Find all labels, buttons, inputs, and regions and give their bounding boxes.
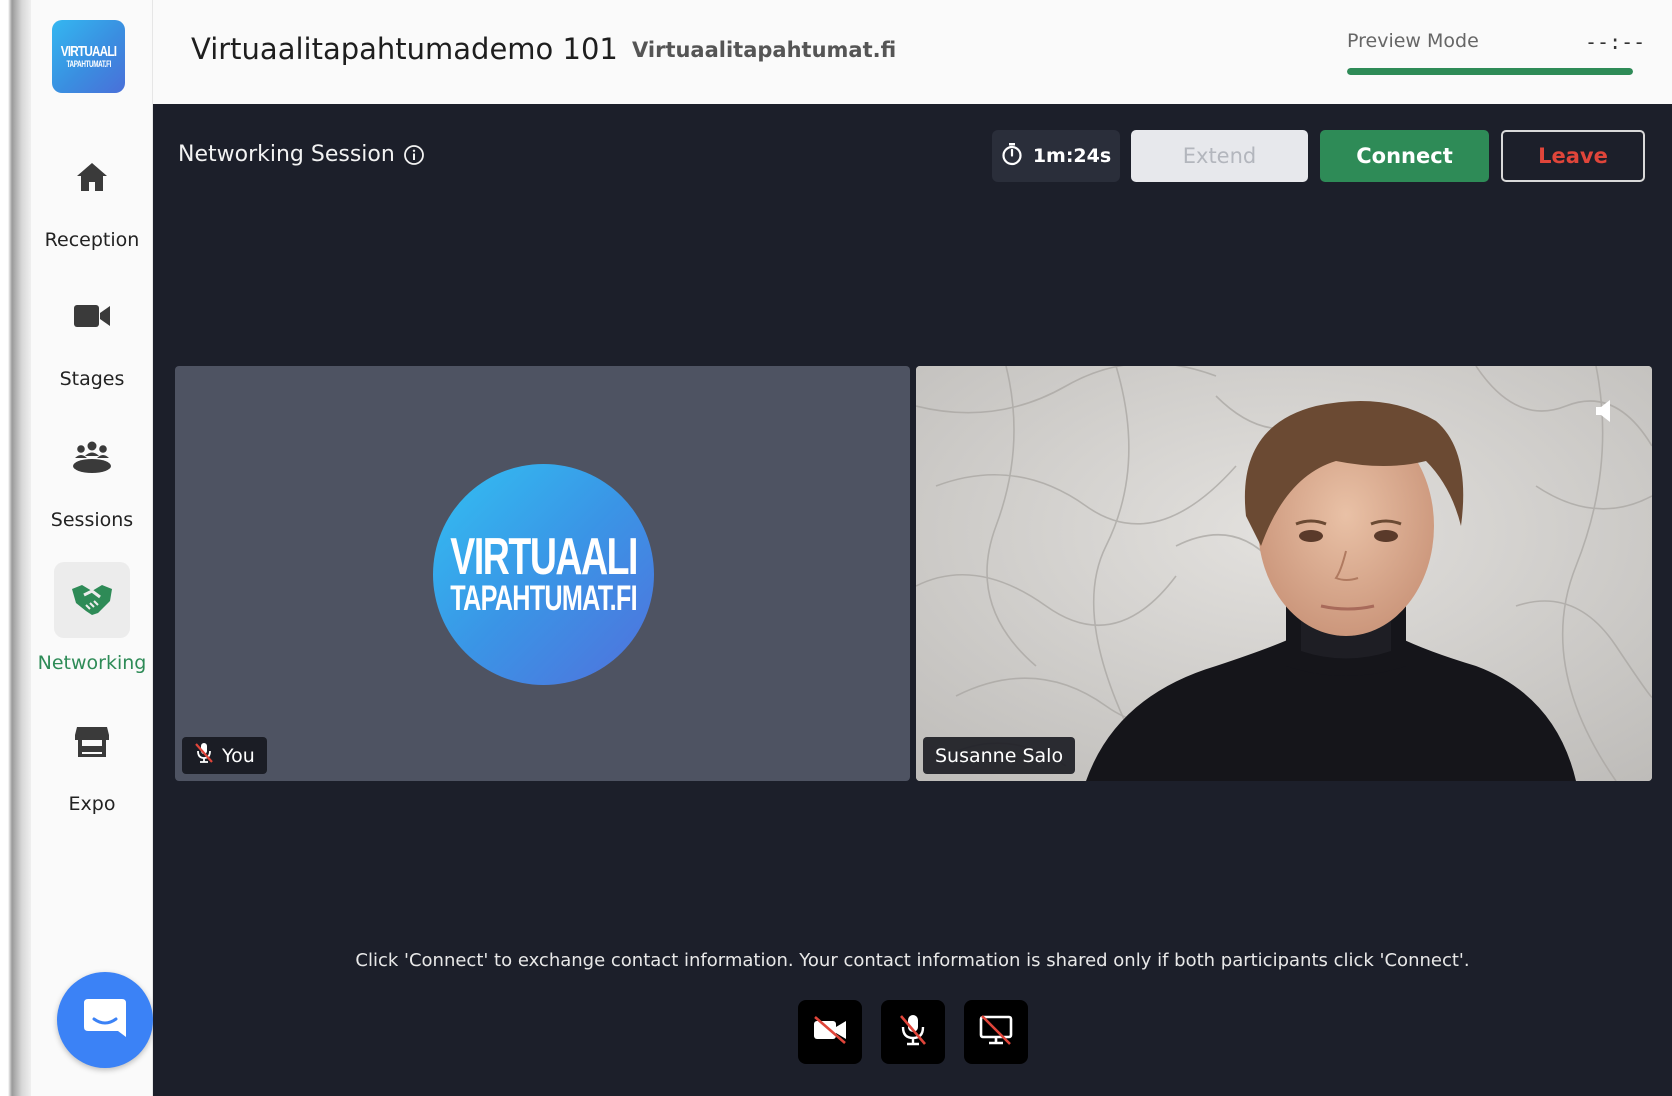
info-icon[interactable] [403, 144, 425, 166]
handshake-icon [54, 562, 130, 638]
screen-share-off-icon [978, 1014, 1014, 1050]
preview-mode-label: Preview Mode [1347, 30, 1479, 52]
window-shadow [0, 0, 32, 1096]
networking-stage: Networking Session 1m:24s Extend Connect… [153, 104, 1672, 1096]
chat-icon [82, 995, 128, 1045]
participant-name-tag: You [182, 737, 267, 774]
sidebar-item-expo[interactable]: Expo [31, 703, 153, 815]
session-title-text: Networking Session [178, 142, 395, 167]
participant-name: Susanne Salo [935, 744, 1064, 767]
sidebar-item-sessions[interactable]: Sessions [31, 419, 153, 531]
preview-progress-bar [1347, 68, 1633, 75]
app-root: VIRTUAALI TAPAHTUMAT.FI Reception Stages [0, 0, 1672, 1096]
timer-value: 1m:24s [1032, 145, 1112, 167]
session-title: Networking Session [178, 142, 425, 167]
sidebar-item-networking[interactable]: Networking [31, 562, 153, 674]
connect-hint: Click 'Connect' to exchange contact info… [355, 950, 1470, 971]
sidebar-item-label: Reception [44, 229, 140, 251]
sidebar-item-label: Expo [68, 793, 116, 815]
camera-off-icon [812, 1015, 848, 1049]
sidebar-item-stages[interactable]: Stages [31, 278, 153, 390]
home-icon [54, 139, 130, 215]
sidebar-item-label: Networking [37, 652, 147, 674]
brand-logo[interactable]: VIRTUAALI TAPAHTUMAT.FI [52, 20, 125, 93]
screen-share-toggle-button[interactable] [964, 1000, 1028, 1064]
camera-toggle-button[interactable] [798, 1000, 862, 1064]
chat-button[interactable] [57, 972, 153, 1068]
remote-video-feed [916, 366, 1652, 781]
participant-name: You [222, 744, 255, 767]
video-camera-icon [54, 278, 130, 354]
top-header: Virtuaalitapahtumademo 101 Virtuaalitapa… [153, 0, 1672, 104]
avatar-text-line2: TAPAHTUMAT.FI [450, 578, 637, 618]
sidebar-item-label: Stages [59, 368, 125, 390]
volume-icon[interactable] [1594, 398, 1614, 428]
connect-button[interactable]: Connect [1320, 130, 1489, 182]
participant-name-tag: Susanne Salo [923, 737, 1076, 774]
extend-button[interactable]: Extend [1131, 130, 1308, 182]
event-title: Virtuaalitapahtumademo 101 [191, 32, 618, 66]
avatar: VIRTUAALI TAPAHTUMAT.FI [433, 464, 654, 685]
booth-icon [54, 703, 130, 779]
session-timer: 1m:24s [992, 130, 1120, 182]
preview-progress-fill [1347, 68, 1633, 75]
local-video-tile: VIRTUAALI TAPAHTUMAT.FI You [175, 366, 910, 781]
group-icon [54, 419, 130, 495]
organizer-name[interactable]: Virtuaalitapahtumat.fi [632, 38, 896, 62]
sidebar-item-reception[interactable]: Reception [31, 139, 153, 251]
mic-off-icon [898, 1013, 928, 1051]
sidebar: VIRTUAALI TAPAHTUMAT.FI Reception Stages [31, 0, 153, 1096]
mic-off-icon [194, 742, 214, 769]
stopwatch-icon [1001, 142, 1023, 171]
avatar-text-line1: VIRTUAALI [450, 527, 638, 586]
preview-time: --:-- [1585, 30, 1646, 54]
microphone-toggle-button[interactable] [881, 1000, 945, 1064]
remote-video-tile: Susanne Salo [916, 366, 1652, 781]
leave-button[interactable]: Leave [1501, 130, 1645, 182]
sidebar-item-label: Sessions [50, 509, 134, 531]
